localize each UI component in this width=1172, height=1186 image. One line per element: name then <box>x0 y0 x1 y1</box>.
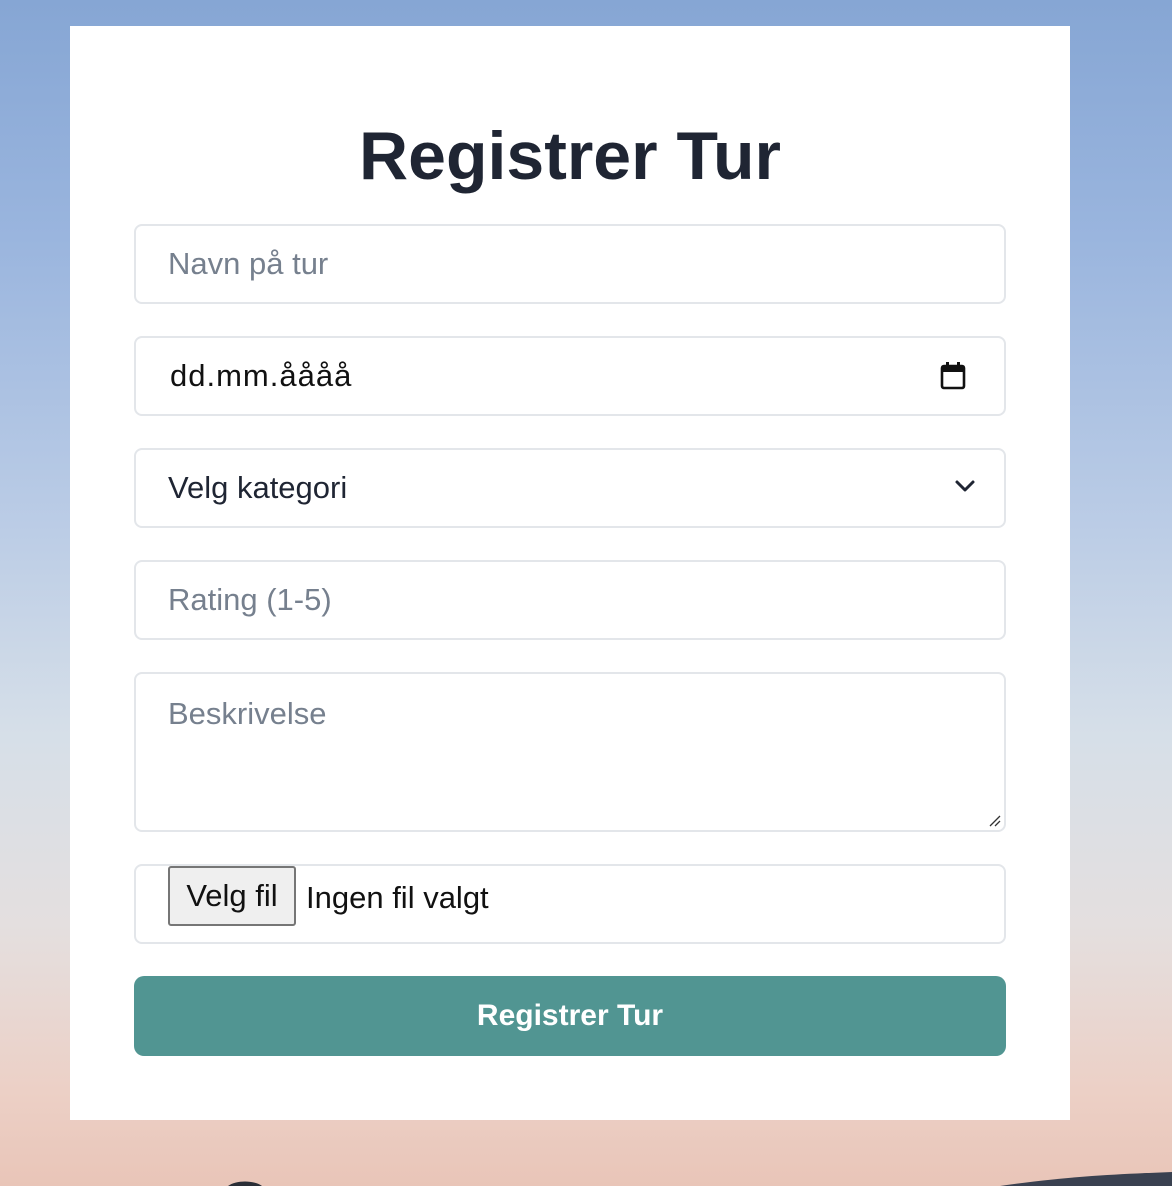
rating-field <box>134 560 1006 640</box>
file-upload-field: Velg fil Ingen fil valgt <box>134 864 1006 944</box>
background-horizon <box>228 1172 1172 1186</box>
trip-name-input[interactable] <box>136 226 1004 302</box>
resize-handle-icon[interactable] <box>986 812 1002 828</box>
rating-input[interactable] <box>136 562 1004 638</box>
category-selected-value: Velg kategori <box>168 470 348 505</box>
submit-button[interactable]: Registrer Tur <box>134 976 1006 1056</box>
category-select[interactable]: Velg kategori <box>134 448 1006 528</box>
choose-file-button[interactable]: Velg fil <box>168 866 296 926</box>
calendar-icon[interactable] <box>940 362 966 390</box>
date-field[interactable]: dd.mm.åååå <box>134 336 1006 416</box>
date-input[interactable]: dd.mm.åååå <box>170 338 352 414</box>
registration-card: Registrer Tur dd.mm.åååå Velg kategori V… <box>70 26 1070 1120</box>
file-status-text: Ingen fil valgt <box>306 880 489 915</box>
description-field <box>134 672 1006 832</box>
description-textarea[interactable] <box>136 674 1004 830</box>
chevron-down-icon <box>955 480 975 492</box>
page-title: Registrer Tur <box>359 118 781 194</box>
trip-name-field <box>134 224 1006 304</box>
